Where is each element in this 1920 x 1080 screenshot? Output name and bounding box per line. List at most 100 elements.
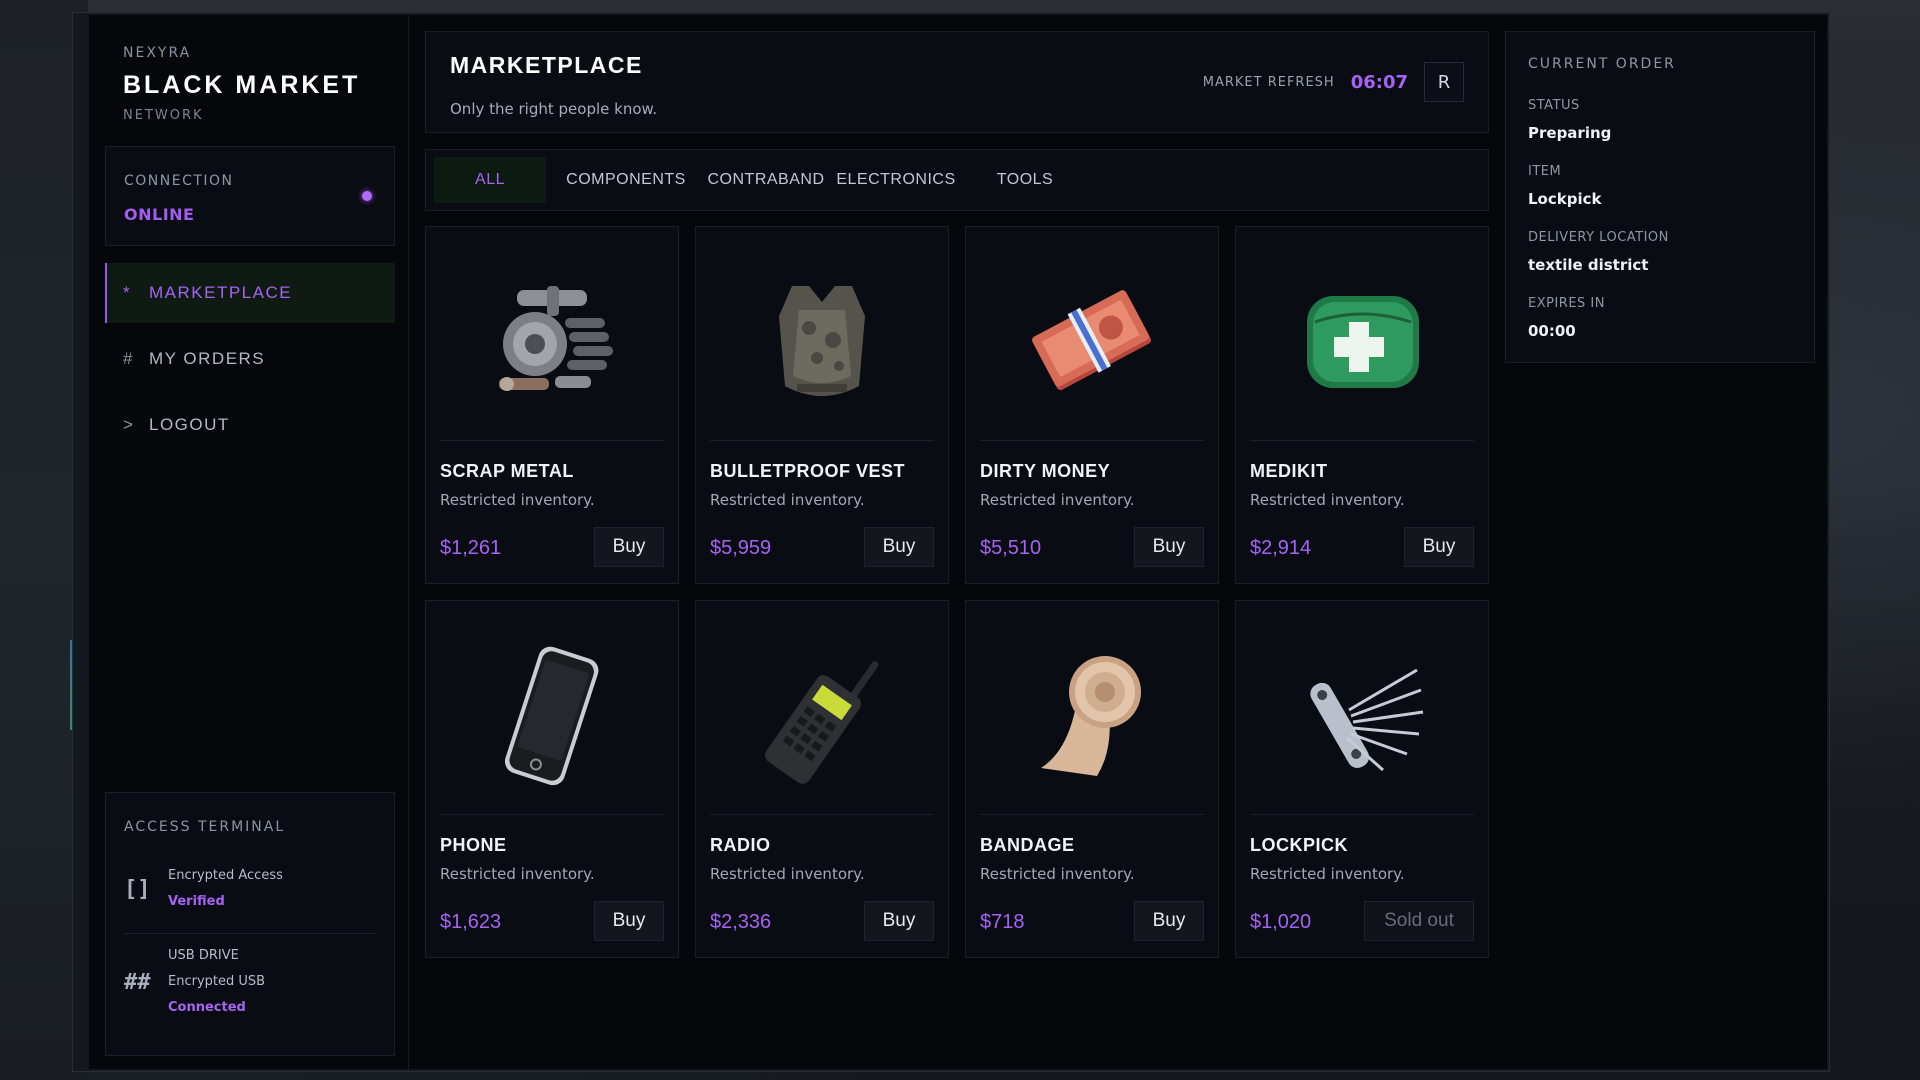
item-description: Restricted inventory.	[440, 865, 595, 883]
sidebar-item-my-orders[interactable]: # MY ORDERS	[105, 329, 395, 389]
chevron-right-icon: >	[123, 415, 135, 434]
item-card-radio[interactable]: RADIO Restricted inventory. $2,336 Buy	[695, 600, 949, 958]
buy-button[interactable]: Buy	[864, 901, 934, 941]
encrypted-access-row: [] Encrypted Access Verified	[124, 863, 376, 915]
item-image	[980, 615, 1204, 815]
brand-title: BLACK MARKET	[123, 71, 361, 99]
item-description: Restricted inventory.	[1250, 865, 1405, 883]
refresh-button[interactable]: R	[1424, 62, 1464, 102]
sold-out-button[interactable]: Sold out	[1364, 901, 1474, 941]
item-description: Restricted inventory.	[710, 491, 865, 509]
order-location-label: DELIVERY LOCATION	[1528, 230, 1669, 245]
encrypted-access-title: Encrypted Access	[168, 868, 283, 883]
brand-over: NEXYRA	[123, 45, 192, 61]
order-expires-label: EXPIRES IN	[1528, 296, 1605, 311]
current-order-heading: CURRENT ORDER	[1528, 56, 1676, 72]
divider	[124, 933, 376, 934]
usb-hash-icon: ##	[124, 969, 151, 995]
item-name: RADIO	[710, 835, 771, 855]
item-image	[1250, 241, 1474, 441]
sidebar-nav: * MARKETPLACE # MY ORDERS > LOGOUT	[105, 263, 395, 461]
connection-label: CONNECTION	[124, 173, 234, 189]
usb-drive-status: Connected	[168, 1000, 246, 1015]
item-name: BANDAGE	[980, 835, 1075, 855]
order-status-label: STATUS	[1528, 98, 1580, 113]
tab-contraband[interactable]: CONTRABAND	[708, 157, 825, 203]
category-tabs: ALL COMPONENTS CONTRABAND ELECTRONICS TO…	[425, 149, 1489, 211]
item-card-phone[interactable]: PHONE Restricted inventory. $1,623 Buy	[425, 600, 679, 958]
sidebar-item-label: MARKETPLACE	[149, 283, 293, 302]
buy-button[interactable]: Buy	[1134, 527, 1204, 567]
item-description: Restricted inventory.	[710, 865, 865, 883]
medikit-icon	[1307, 295, 1419, 388]
item-card-medikit[interactable]: MEDIKIT Restricted inventory. $2,914 Buy	[1235, 226, 1489, 584]
connection-status: ONLINE	[124, 205, 195, 224]
buy-button[interactable]: Buy	[1134, 901, 1204, 941]
order-item-value: Lockpick	[1528, 190, 1602, 208]
tab-electronics[interactable]: ELECTRONICS	[830, 157, 962, 203]
phone-icon	[504, 646, 599, 785]
tab-tools[interactable]: TOOLS	[976, 157, 1074, 203]
item-name: BULLETPROOF VEST	[710, 461, 906, 481]
tab-components[interactable]: COMPONENTS	[546, 157, 706, 203]
usb-drive-row: ## USB DRIVE Encrypted USB Connected	[124, 943, 376, 1021]
hash-icon: #	[123, 349, 134, 368]
item-name: MEDIKIT	[1250, 461, 1328, 481]
item-card-lockpick[interactable]: LOCKPICK Restricted inventory. $1,020 So…	[1235, 600, 1489, 958]
dirty-money-icon	[1032, 289, 1152, 390]
lockpick-icon	[1310, 668, 1424, 771]
item-name: PHONE	[440, 835, 507, 855]
item-card-dirty-money[interactable]: DIRTY MONEY Restricted inventory. $5,510…	[965, 226, 1219, 584]
order-expires-value: 00:00	[1528, 322, 1576, 340]
item-name: DIRTY MONEY	[980, 461, 1111, 481]
page-subtitle: Only the right people know.	[450, 100, 658, 118]
buy-button[interactable]: Buy	[864, 527, 934, 567]
item-description: Restricted inventory.	[980, 865, 1135, 883]
tab-all[interactable]: ALL	[434, 157, 546, 203]
page-title: MARKETPLACE	[450, 52, 643, 78]
black-market-app: NEXYRA BLACK MARKET NETWORK CONNECTION O…	[88, 14, 1828, 1071]
sidebar: NEXYRA BLACK MARKET NETWORK CONNECTION O…	[89, 15, 409, 1071]
order-item-label: ITEM	[1528, 164, 1562, 179]
asterisk-icon: *	[123, 283, 132, 302]
item-price: $1,020	[1250, 911, 1312, 933]
item-price: $718	[980, 911, 1025, 933]
item-card-bulletproof-vest[interactable]: BULLETPROOF VEST Restricted inventory. $…	[695, 226, 949, 584]
brand-under: NETWORK	[123, 108, 204, 123]
access-terminal-heading: ACCESS TERMINAL	[124, 819, 286, 835]
sidebar-item-label: MY ORDERS	[149, 349, 266, 368]
sidebar-item-label: LOGOUT	[149, 415, 230, 434]
order-location-value: textile district	[1528, 256, 1649, 274]
item-image	[440, 241, 664, 441]
bracket-icon: []	[124, 876, 151, 902]
radio-icon	[765, 660, 879, 784]
item-price: $5,959	[710, 537, 772, 559]
item-card-bandage[interactable]: BANDAGE Restricted inventory. $718 Buy	[965, 600, 1219, 958]
item-price: $2,336	[710, 911, 772, 933]
usb-drive-title: USB DRIVE	[168, 948, 239, 963]
buy-button[interactable]: Buy	[594, 527, 664, 567]
refresh-timer: 06:07	[1350, 71, 1408, 93]
marketplace-header: MARKETPLACE Only the right people know. …	[425, 31, 1489, 133]
buy-button[interactable]: Buy	[1404, 527, 1474, 567]
connection-panel: CONNECTION ONLINE	[105, 146, 395, 246]
refresh-label: MARKET REFRESH	[1202, 74, 1335, 90]
current-order-panel: CURRENT ORDER STATUS Preparing ITEM Lock…	[1505, 31, 1815, 363]
item-card-scrap-metal[interactable]: SCRAP METAL Restricted inventory. $1,261…	[425, 226, 679, 584]
sidebar-item-logout[interactable]: > LOGOUT	[105, 395, 395, 455]
item-name: LOCKPICK	[1250, 835, 1348, 855]
market-refresh: MARKET REFRESH 06:07 R	[1203, 62, 1464, 102]
status-dot-icon	[362, 191, 372, 201]
access-terminal-panel: ACCESS TERMINAL [] Encrypted Access Veri…	[105, 792, 395, 1056]
usb-drive-subtitle: Encrypted USB	[168, 974, 266, 989]
item-price: $2,914	[1250, 537, 1312, 559]
item-image	[440, 615, 664, 815]
sidebar-item-marketplace[interactable]: * MARKETPLACE	[105, 263, 395, 323]
brand: NEXYRA BLACK MARKET NETWORK	[123, 45, 360, 123]
item-price: $5,510	[980, 537, 1042, 559]
bulletproof-vest-icon	[779, 285, 865, 396]
item-price: $1,623	[440, 911, 502, 933]
order-status-value: Preparing	[1528, 124, 1612, 142]
item-image	[710, 615, 934, 815]
buy-button[interactable]: Buy	[594, 901, 664, 941]
